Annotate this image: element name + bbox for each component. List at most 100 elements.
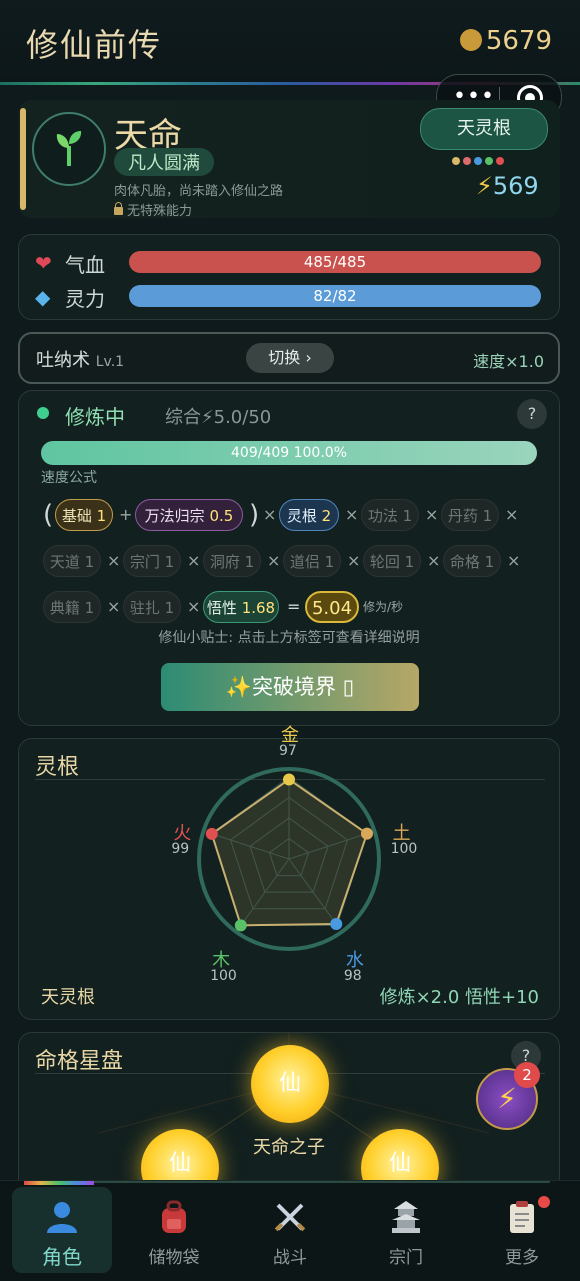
chip-zhuzha[interactable]: 驻扎 1 — [123, 591, 181, 623]
tab-sect[interactable]: 宗门 — [356, 1187, 456, 1273]
chip-gongfa[interactable]: 功法 1 — [361, 499, 419, 531]
hp-label: 气血 — [65, 253, 105, 277]
cultivation-status: 修炼中 — [65, 405, 125, 429]
radar-point-1 — [360, 827, 373, 840]
speed-unit: 修为/秒 — [363, 600, 404, 614]
spirit-root-radar-chart — [197, 767, 381, 951]
lightning-icon: ⚡ — [497, 1082, 517, 1115]
equals-op: = — [287, 597, 301, 616]
radar-point-2 — [330, 918, 343, 931]
mp-bar: 82/82 — [129, 285, 541, 307]
radar-point-0 — [283, 773, 295, 786]
formula-label: 速度公式 — [41, 470, 97, 486]
chip-zongmen[interactable]: 宗门 1 — [123, 545, 181, 577]
root-color-dot — [485, 157, 493, 165]
fate-label: 天命之子 — [253, 1137, 325, 1158]
tab-character[interactable]: 角色 — [12, 1187, 112, 1273]
radar-value-area — [210, 778, 369, 927]
chip-mingge[interactable]: 命格 1 — [443, 545, 501, 577]
money-bag-icon — [459, 29, 482, 51]
times-op: × — [107, 551, 121, 570]
app-title: 修仙前传 — [26, 26, 163, 64]
clipboard-icon — [510, 1201, 534, 1233]
accent-bar — [20, 108, 26, 210]
times-op: × — [507, 551, 521, 570]
root-element-value: 100 — [210, 967, 237, 984]
root-color-dot — [463, 157, 471, 165]
chip-dianji[interactable]: 典籍 1 — [43, 591, 101, 623]
section-title: 命格星盘 — [35, 1049, 124, 1074]
notification-badge: 2 — [514, 1062, 540, 1088]
heart-icon: ❤ — [35, 251, 52, 275]
chip-sect[interactable]: 万法归宗 0.5 — [135, 499, 243, 531]
coin-balance[interactable]: 5679 — [459, 26, 552, 56]
tab-divider — [94, 1181, 550, 1183]
spirit-root-card: 灵根 金 97 土 100 水 98 木 100 火 99 天灵根 修炼×2.0 悟性+10 — [18, 725, 560, 1020]
fate-orb-center[interactable]: 仙 — [251, 1045, 329, 1123]
status-dot — [37, 407, 49, 419]
chip-base[interactable]: 基础 1 — [55, 499, 113, 531]
times-op: × — [187, 551, 201, 570]
root-type-button[interactable]: 天灵根 — [420, 108, 548, 150]
backpack-icon — [162, 1200, 186, 1233]
switch-technique-button[interactable]: 切换 › — [246, 343, 334, 373]
hp-bar: 485/485 — [129, 251, 541, 273]
help-button[interactable]: ? — [517, 399, 547, 429]
speed-result[interactable]: 5.04 — [305, 591, 359, 623]
section-title: 灵根 — [35, 755, 80, 780]
lock-icon — [114, 202, 123, 215]
mp-label: 灵力 — [65, 287, 105, 311]
times-op: × — [187, 597, 201, 616]
cultivation-tip: 修仙小贴士: 点击上方标签可查看详细说明 — [158, 630, 420, 646]
profile-card: 天命 凡人圆满 肉体凡胎，尚未踏入修仙之路 无特殊能力 天灵根 ⚡569 — [18, 100, 560, 219]
mp-row: ◆ 灵力 82/82 — [35, 283, 545, 311]
plus-op: + — [119, 505, 133, 524]
breakthrough-button[interactable]: ✨突破境界 ▯ — [161, 663, 419, 711]
root-color-dot — [496, 157, 504, 165]
chip-lunhui[interactable]: 轮回 1 — [363, 545, 421, 577]
chip-root[interactable]: 灵根 2 — [279, 499, 339, 531]
times-op: × — [347, 551, 361, 570]
chip-danyao[interactable]: 丹药 1 — [441, 499, 499, 531]
realm-badge: 凡人圆满 — [114, 148, 214, 176]
root-element-value: 100 — [390, 841, 418, 858]
active-tab-indicator — [24, 1181, 94, 1185]
cultivation-card: 修炼中 综合⚡5.0/50 ? 409/409 100.0% 速度公式 ( 基础… — [18, 390, 560, 726]
coin-amount: 5679 — [485, 26, 552, 56]
chip-wuxing[interactable]: 悟性 1.68 — [203, 591, 279, 623]
technique-name: 吐纳术 Lv.1 — [36, 350, 125, 371]
root-bonus-label: 修炼×2.0 悟性+10 — [379, 987, 539, 1008]
times-op: × — [505, 505, 519, 524]
root-color-dot — [452, 157, 460, 165]
radar-point-4 — [205, 827, 218, 840]
root-color-dot — [474, 157, 482, 165]
formula-row-3: 典籍 1 × 驻扎 1 × 悟性 1.68 = 5.04 修为/秒 — [43, 591, 543, 627]
technique-speed: 速度×1.0 — [473, 352, 544, 371]
close-paren: ) — [249, 500, 260, 530]
swords-icon — [274, 1203, 306, 1232]
chip-daolv[interactable]: 道侣 1 — [283, 545, 341, 577]
diamond-icon: ◆ — [35, 285, 51, 309]
cultivation-progress-bar: 409/409 100.0% — [41, 441, 537, 465]
tab-storage[interactable]: 储物袋 — [124, 1187, 224, 1273]
root-element-value: 98 — [343, 967, 362, 984]
bottom-tab-bar: 角色 储物袋 战斗 宗门 更多 — [0, 1180, 580, 1281]
formula-row-1: ( 基础 1 + 万法归宗 0.5 ) × 灵根 2 × 功法 1 × 丹药 1… — [43, 499, 543, 535]
ability-text: 无特殊能力 — [114, 200, 192, 219]
chip-dongfu[interactable]: 洞府 1 — [203, 545, 261, 577]
hp-row: ❤ 气血 485/485 — [35, 249, 545, 277]
pagoda-icon — [392, 1201, 420, 1233]
times-op: × — [267, 551, 281, 570]
root-element-value: 99 — [171, 841, 190, 858]
tab-more[interactable]: 更多 — [472, 1187, 572, 1273]
root-element-value: 97 — [279, 743, 297, 759]
tab-battle[interactable]: 战斗 — [240, 1187, 340, 1273]
chip-tiandao[interactable]: 天道 1 — [43, 545, 101, 577]
radar-point-3 — [234, 919, 247, 932]
more-notification-dot — [538, 1196, 550, 1208]
sprout-icon — [56, 131, 82, 166]
root-dots — [452, 150, 507, 169]
cultivation-total: 综合⚡5.0/50 — [165, 407, 272, 428]
avatar[interactable] — [32, 112, 106, 186]
character-description: 肉体凡胎，尚未踏入修仙之路 — [114, 184, 284, 199]
